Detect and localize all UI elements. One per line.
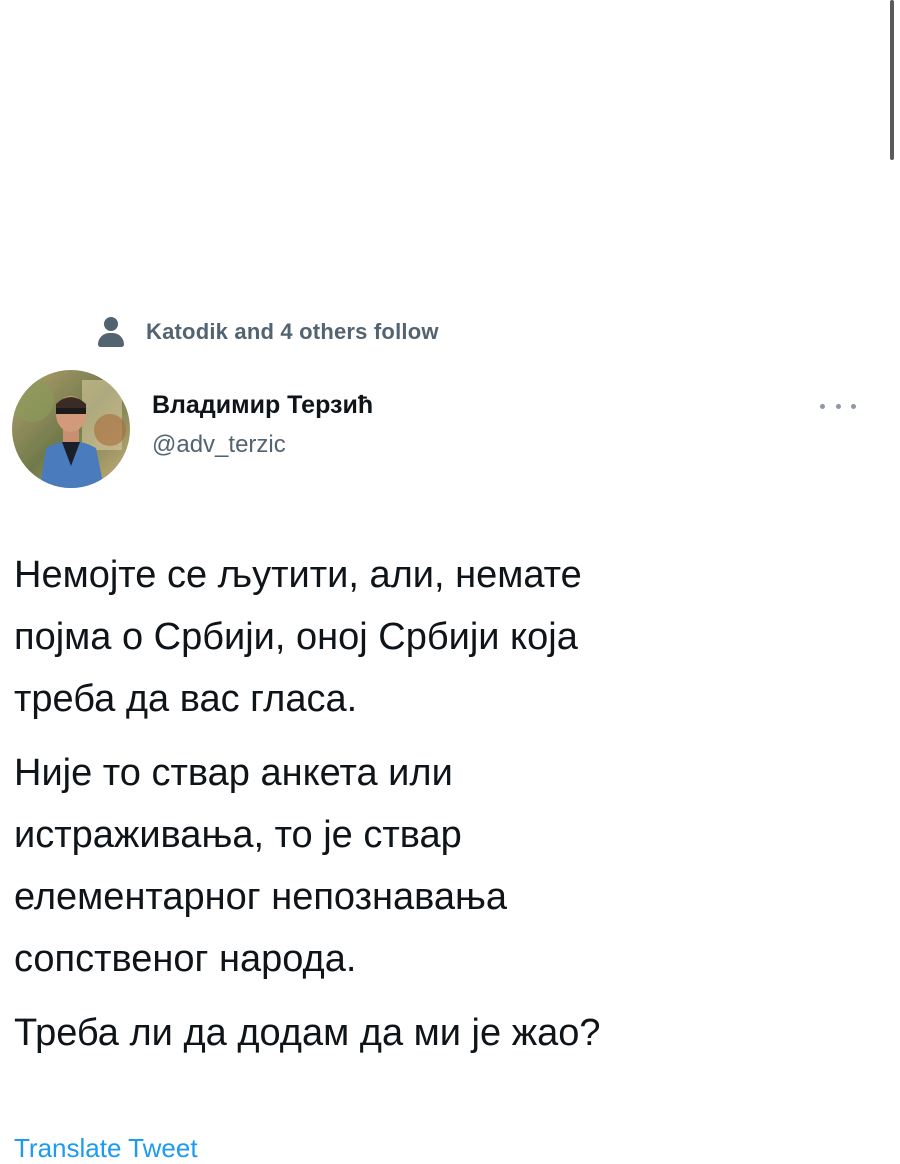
author-display-name[interactable]: Владимир Терзић — [152, 388, 373, 422]
more-options-icon[interactable] — [820, 398, 856, 414]
tweet-author[interactable]: Владимир Терзић @adv_terzic — [152, 388, 373, 462]
tweet-paragraph: Треба ли да додам да ми је жао? — [14, 1012, 601, 1054]
tweet-paragraph: Немојте се љутити, али, немате појма о С… — [14, 554, 582, 720]
person-icon — [98, 315, 124, 349]
social-context-text[interactable]: Katodik and 4 others follow — [146, 319, 439, 345]
author-handle[interactable]: @adv_terzic — [152, 428, 373, 462]
avatar[interactable] — [12, 370, 130, 488]
tweet-paragraph: Није то ствар анкета или истраживања, то… — [14, 752, 508, 980]
translate-tweet-link[interactable]: Translate Tweet — [14, 1133, 198, 1164]
tweet-text: Немојте се љутити, али, немате појма о С… — [14, 544, 874, 1076]
scrollbar[interactable] — [890, 0, 894, 160]
social-context[interactable]: Katodik and 4 others follow — [98, 312, 439, 352]
